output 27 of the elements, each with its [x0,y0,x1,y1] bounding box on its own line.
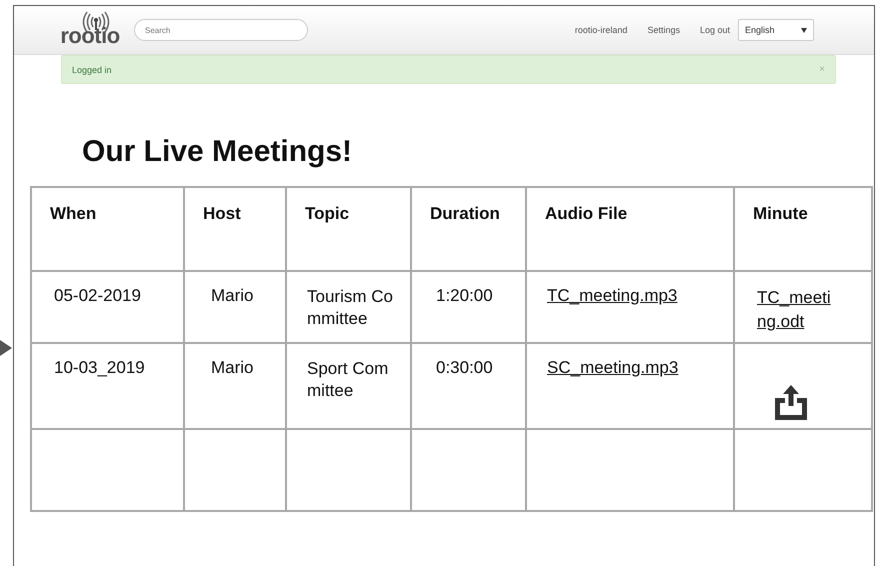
search-field[interactable]: Search [134,19,308,41]
audio-link[interactable]: SC_meeting.mp3 [547,358,678,377]
language-select[interactable]: English [738,19,814,41]
column-header: Audio File [526,187,734,271]
column-header: Duration [411,187,526,271]
table-cell: Mario [184,271,286,343]
audio-link[interactable]: TC_meeting.mp3 [547,286,678,305]
table-cell: Tourism Committee [286,271,411,343]
alert-message: Logged in [72,64,112,74]
column-header: Minute [734,187,872,271]
logo[interactable]: rootio [60,11,120,47]
page-title: Our Live Meetings! [82,134,354,170]
nav-link[interactable]: Log out [700,25,730,35]
column-header: Topic [286,187,411,271]
column-header: When [31,187,184,271]
table-cell: 05-02-2019 [31,271,184,343]
nav-link[interactable]: Settings [647,25,680,35]
column-header: Host [184,187,286,271]
minute-link[interactable]: TC_meeting.odt [757,286,839,334]
table-cell: 10-03_2019 [31,343,184,429]
upload-icon[interactable] [773,384,809,420]
table-cell: 0:30:00 [411,343,526,429]
nav-link[interactable]: rootio-ireland [574,25,628,35]
caret-icon [801,28,807,32]
table-cell: 1:20:00 [411,271,526,343]
table-cell: Sport Committee [286,343,411,429]
table-cell: Mario [184,343,286,429]
